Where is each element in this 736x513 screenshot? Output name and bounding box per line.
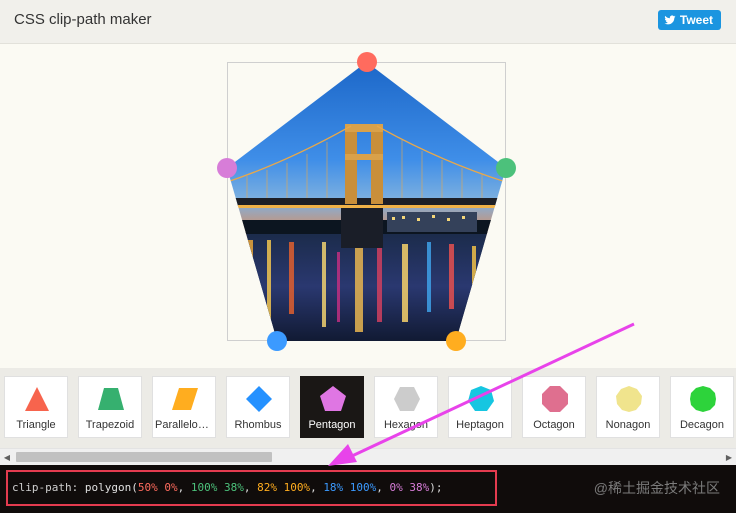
shape-decagon[interactable]: Decagon (670, 376, 734, 438)
shape-picker: Triangle Trapezoid Parallelogram Rhombus… (0, 368, 736, 448)
shape-label: Hexagon (383, 419, 429, 431)
code-point-bottom-right: 82% 100% (257, 481, 311, 494)
shape-label: Parallelogram (155, 419, 215, 431)
shape-triangle[interactable]: Triangle (4, 376, 68, 438)
heptagon-icon (468, 386, 494, 411)
decagon-icon (690, 386, 716, 412)
code-point-right: 100% 38% (190, 481, 244, 494)
shape-heptagon[interactable]: Heptagon (448, 376, 512, 438)
scroll-left-icon[interactable]: ◀ (0, 449, 14, 465)
tweet-label: Tweet (679, 13, 713, 27)
shape-octagon[interactable]: Octagon (522, 376, 586, 438)
triangle-icon (25, 387, 49, 411)
shape-label: Heptagon (456, 419, 504, 431)
shape-label: Octagon (533, 419, 575, 431)
shape-label: Rhombus (234, 419, 282, 431)
top-point-handle[interactable] (357, 52, 377, 72)
right-point-handle[interactable] (496, 158, 516, 178)
shape-label: Trapezoid (85, 419, 135, 431)
twitter-bird-icon (664, 15, 676, 25)
code-sep: , (243, 481, 258, 494)
shape-label: Nonagon (605, 419, 651, 431)
octagon-icon (542, 386, 568, 412)
code-point-bottom-left: 18% 100% (323, 481, 377, 494)
horizontal-scrollbar[interactable]: ◀ ▶ (0, 448, 736, 465)
watermark: @稀土掘金技术社区 (593, 480, 720, 496)
code-sep: , (310, 481, 324, 494)
clip-path-code[interactable]: clip-path: polygon(50% 0%, 100% 38%, 82%… (6, 470, 497, 506)
shape-label: Decagon (679, 419, 725, 431)
code-point-left: 0% 38% (389, 481, 430, 494)
shape-nonagon[interactable]: Nonagon (596, 376, 660, 438)
scroll-right-icon[interactable]: ▶ (722, 449, 736, 465)
bottom-right-point-handle[interactable] (446, 331, 466, 351)
rhombus-icon (246, 386, 272, 412)
hexagon-icon (394, 387, 420, 411)
tweet-button[interactable]: Tweet (657, 10, 721, 30)
shape-trapezoid[interactable]: Trapezoid (78, 376, 142, 438)
trapezoid-icon (98, 388, 124, 410)
pentagon-icon (320, 386, 346, 411)
app-header: CSS clip-path maker Tweet (0, 0, 736, 44)
shape-rhombus[interactable]: Rhombus (226, 376, 290, 438)
shape-parallelogram[interactable]: Parallelogram (152, 376, 216, 438)
parallelogram-icon (172, 388, 198, 410)
shape-pentagon[interactable]: Pentagon (300, 376, 364, 438)
nonagon-icon (616, 386, 642, 412)
shape-label: Triangle (16, 419, 56, 431)
code-point-top: 50% 0% (137, 481, 178, 494)
shape-label: Pentagon (308, 419, 356, 431)
left-point-handle[interactable] (217, 158, 237, 178)
app-title: CSS clip-path maker (14, 11, 152, 28)
code-func-open: polygon( (84, 481, 138, 494)
shape-hexagon[interactable]: Hexagon (374, 376, 438, 438)
code-sep: , (177, 481, 191, 494)
bottom-left-point-handle[interactable] (267, 331, 287, 351)
code-func-close: ); (429, 481, 443, 494)
scroll-thumb[interactable] (16, 452, 272, 462)
code-sep: , (376, 481, 390, 494)
code-output-bar: clip-path: polygon(50% 0%, 100% 38%, 82%… (0, 465, 736, 513)
code-property: clip-path: (12, 481, 79, 494)
